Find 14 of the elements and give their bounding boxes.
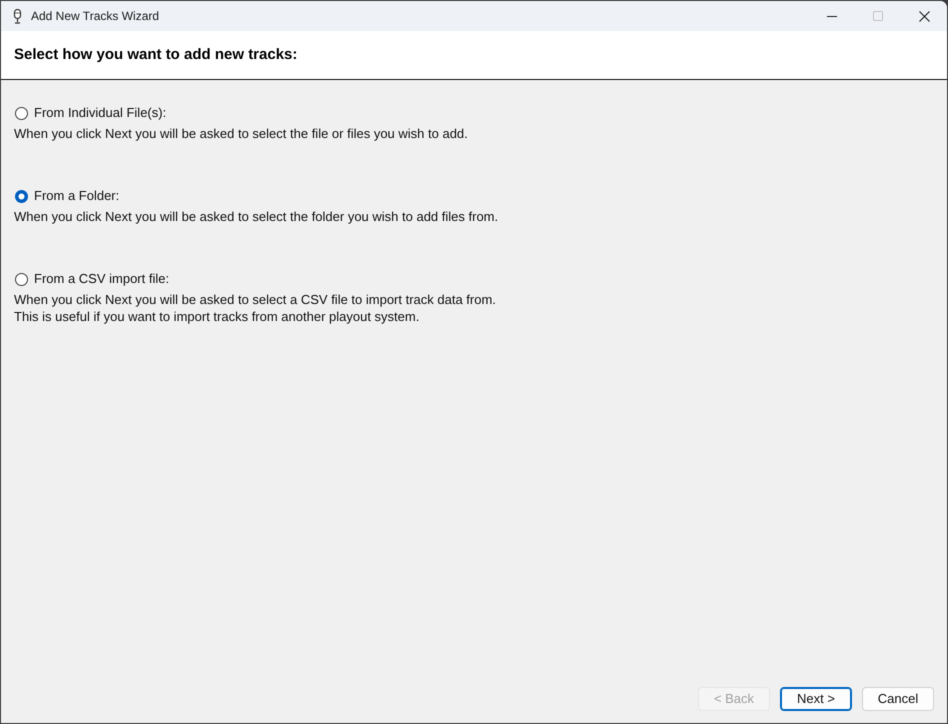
radio-button[interactable]	[15, 272, 28, 286]
option-description: When you click Next you will be asked to select a CSV file to import track data from. This is useful if you want to import tracks from another playout system.	[14, 291, 496, 325]
radio-button[interactable]	[15, 190, 28, 202]
header-title: Select how you want to add new tracks:	[14, 44, 298, 65]
option-description: When you click Next you will be asked to select the folder you wish to add files from.	[14, 208, 498, 225]
option-description: When you click Next you will be asked to select the file or files you wish to add.	[14, 125, 468, 142]
dialog-button[interactable]: Cancel	[862, 687, 934, 711]
radio-button[interactable]	[15, 106, 28, 120]
dialog-button[interactable]: Next >	[780, 687, 852, 711]
radio-option[interactable]: From a Folder:	[14, 187, 120, 205]
radio-option[interactable]: From Individual File(s):	[14, 104, 166, 122]
window-title: Add New Tracks Wizard	[31, 8, 160, 25]
radio-option[interactable]: From a CSV import file:	[14, 270, 170, 288]
microphone-icon	[13, 8, 22, 24]
